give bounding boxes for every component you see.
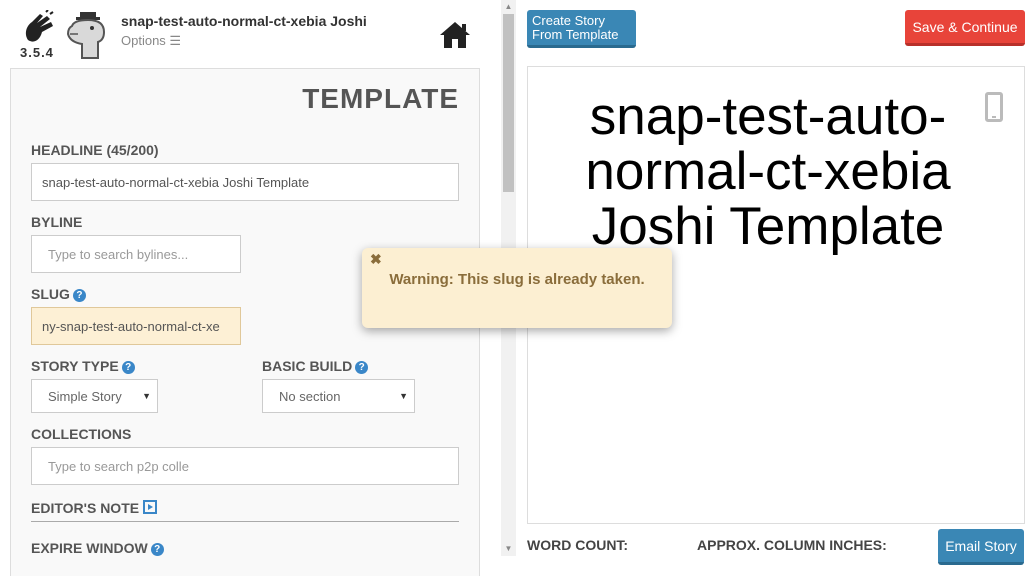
scroll-thumb[interactable] [503,14,514,192]
divider [31,521,459,522]
expand-play-icon[interactable] [143,500,158,514]
mobile-preview-icon[interactable] [985,92,1003,122]
snap-logo-icon[interactable] [20,10,56,46]
editors-note-label[interactable]: EDITOR'S NOTE [31,500,158,516]
basic-build-label: BASIC BUILD? [262,358,369,374]
expire-window-label: EXPIRE WINDOW? [31,540,164,556]
slug-help-icon[interactable]: ? [72,289,86,302]
column-inches-label: APPROX. COLUMN INCHES: [697,537,887,553]
dropdown-arrow-icon: ▼ [142,391,151,401]
home-icon[interactable] [438,20,472,50]
slug-input[interactable]: ny-snap-test-auto-normal-ct-xe [31,307,241,345]
slug-label: SLUG? [31,286,86,302]
warning-toast: ✖ Warning: This slug is already taken. [362,248,672,328]
scroll-down-arrow-icon[interactable]: ▼ [501,542,516,556]
byline-search-input[interactable]: Type to search bylines... [31,235,241,273]
story-type-help-icon[interactable]: ? [121,361,135,374]
preview-headline: snap-test-auto-normal-ct-xebia Joshi Tem… [585,87,951,256]
close-icon[interactable]: ✖ [370,251,382,268]
headline-input[interactable]: snap-test-auto-normal-ct-xebia Joshi Tem… [31,163,459,201]
story-type-label: STORY TYPE? [31,358,135,374]
scroll-up-arrow-icon[interactable]: ▲ [501,0,516,14]
basic-build-help-icon[interactable]: ? [355,361,369,374]
email-story-button[interactable]: Email Story [938,529,1024,565]
headline-label: HEADLINE (45/200) [31,142,159,158]
expire-window-help-icon[interactable]: ? [150,543,164,556]
collections-label: COLLECTIONS [31,426,132,442]
word-count-label: WORD COUNT: [527,537,629,553]
byline-label: BYLINE [31,214,83,230]
basic-build-select[interactable]: No section ▼ [262,379,415,413]
options-menu[interactable]: Options ☰ [121,33,181,49]
story-title: snap-test-auto-normal-ct-xebia Joshi [121,13,367,29]
basic-build-selected: No section [279,388,341,404]
save-continue-button[interactable]: Save & Continue [905,10,1025,46]
panel-title: TEMPLATE [302,83,459,114]
story-type-select[interactable]: Simple Story ▼ [31,379,158,413]
story-type-selected: Simple Story [48,388,122,404]
top-bar: 3.5.4 snap-test-auto-normal-ct-xebia Jos… [0,0,500,66]
toast-message: Warning: This slug is already taken. [389,271,645,288]
app-version: 3.5.4 [20,45,54,60]
collections-search-input[interactable]: Type to search p2p colle [31,447,459,485]
mascot-dino-icon [66,12,106,59]
create-from-template-button[interactable]: Create Story From Template [527,10,636,48]
dropdown-arrow-icon: ▼ [399,391,408,401]
